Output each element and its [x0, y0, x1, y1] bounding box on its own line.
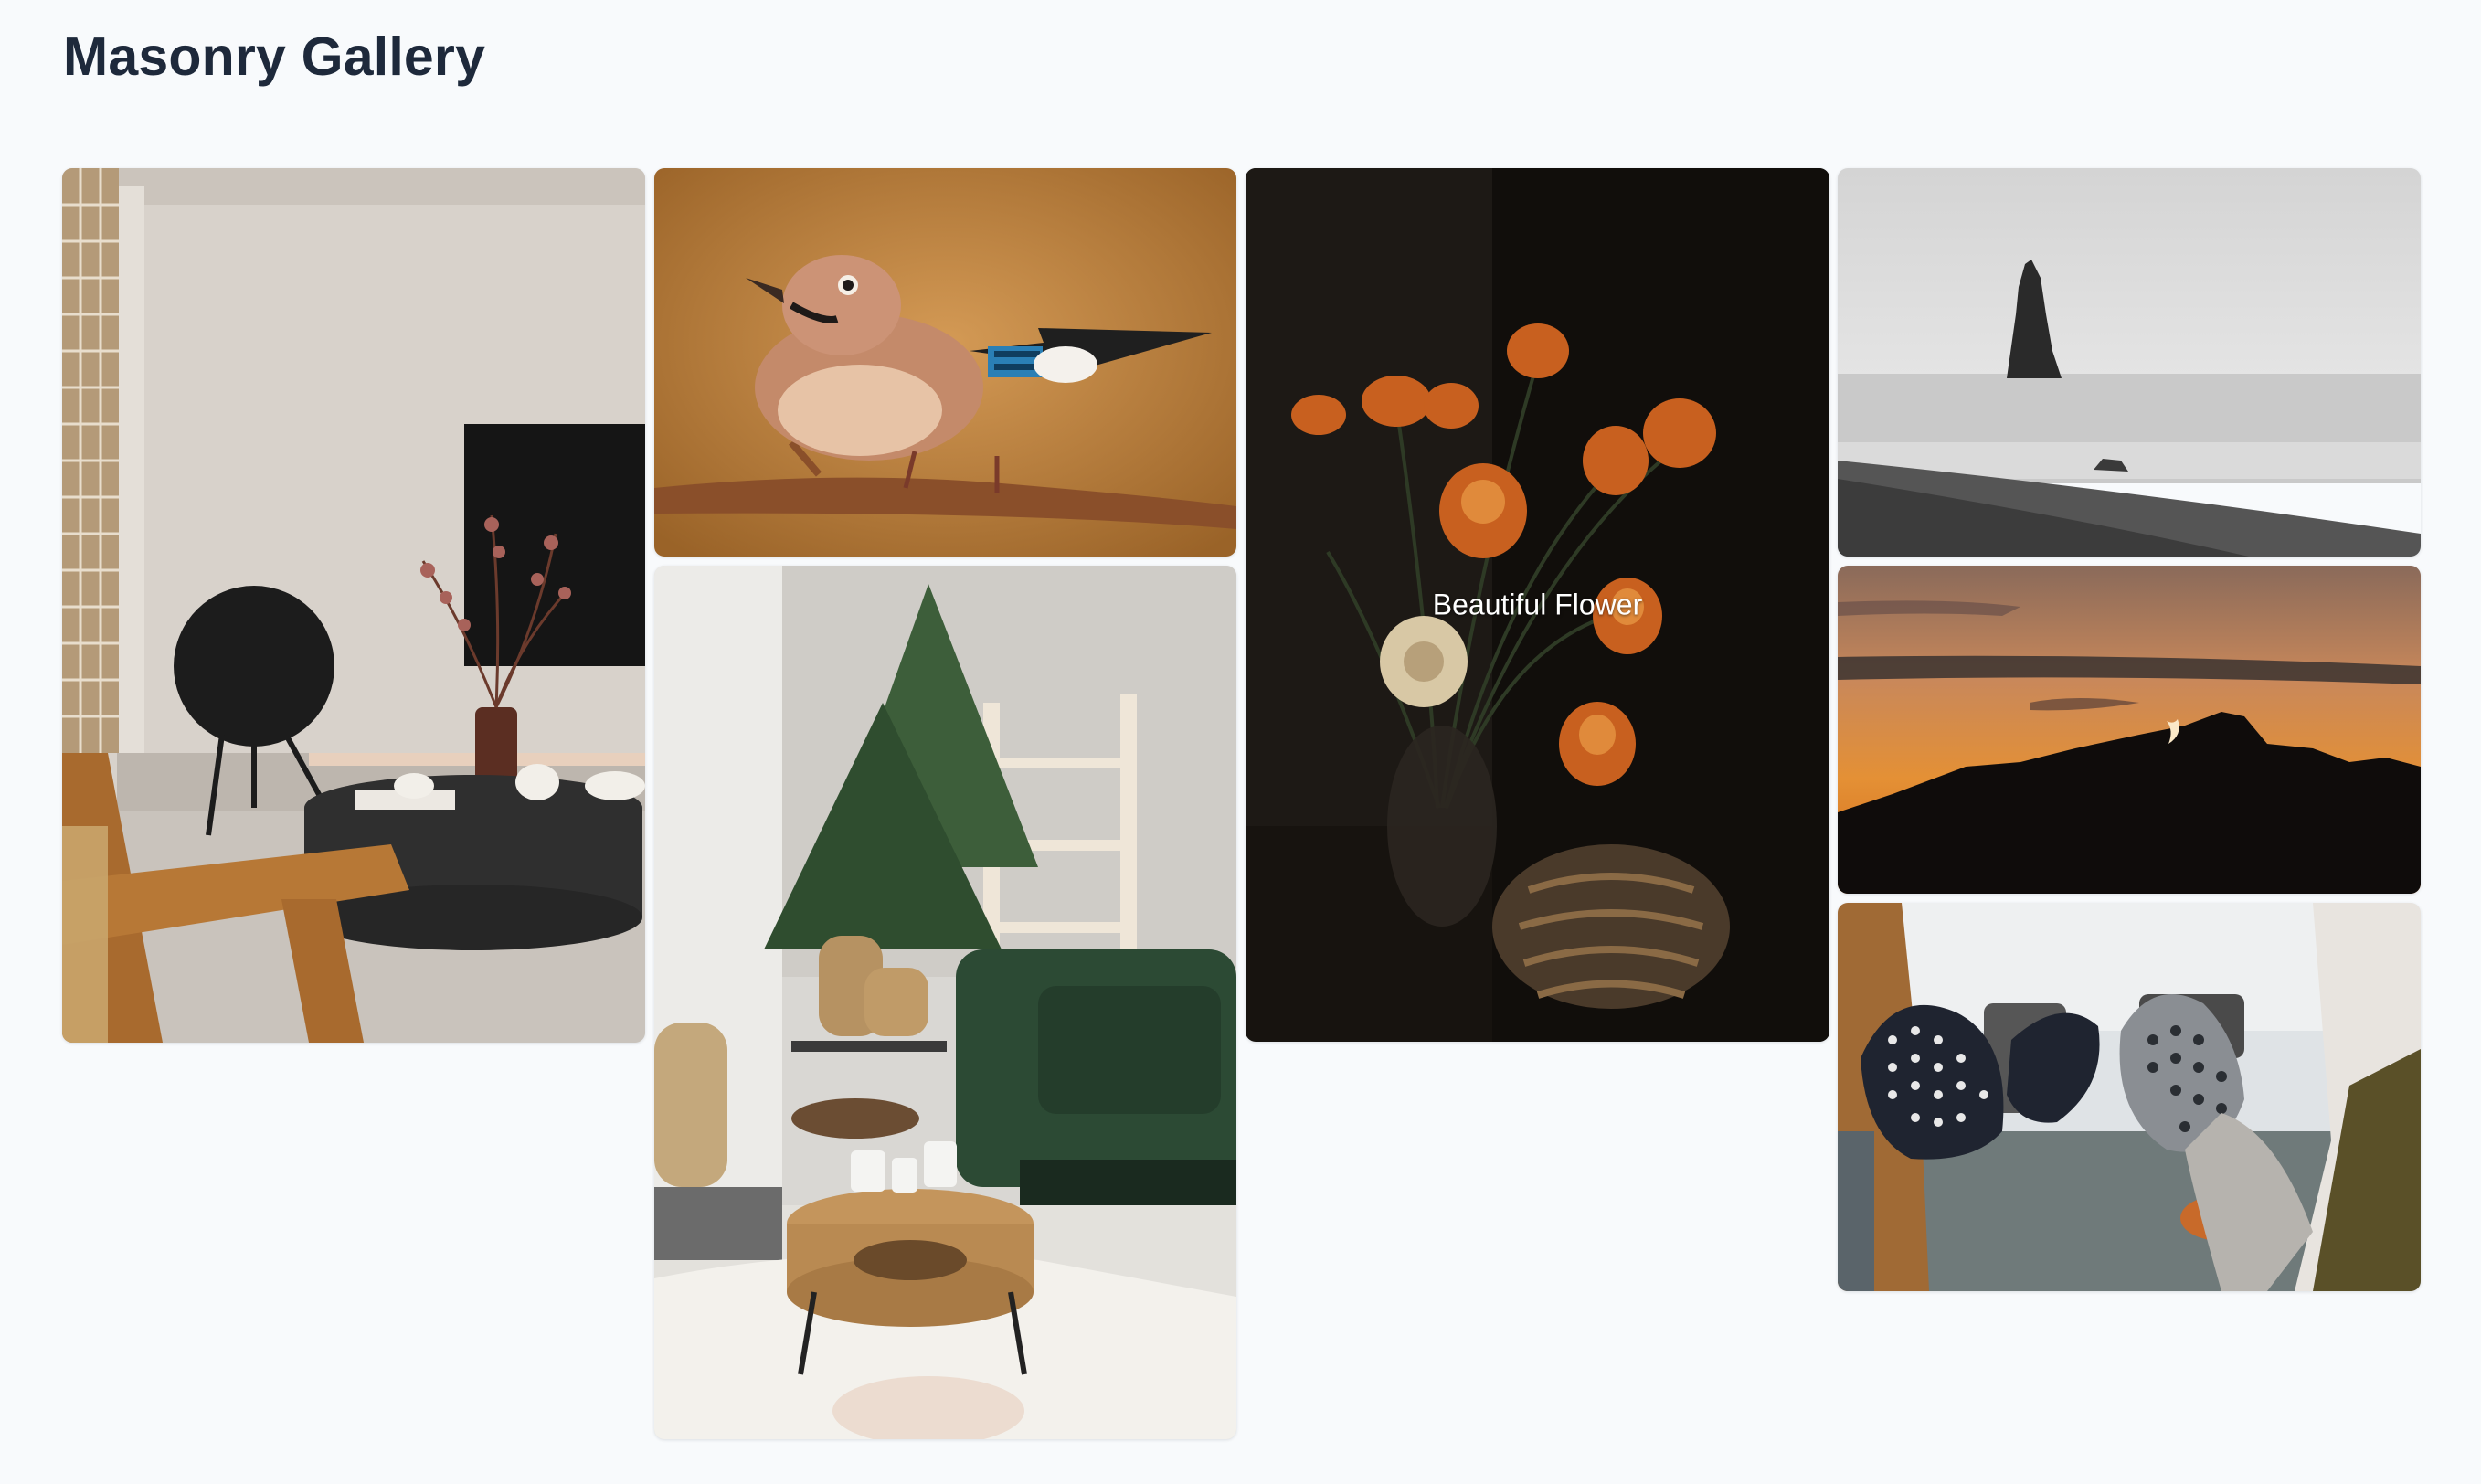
gallery-item-sea-stack[interactable] — [1838, 168, 2421, 556]
gallery-item-mittens[interactable] — [1838, 903, 2421, 1291]
bird-on-branch-image — [654, 168, 1236, 556]
mittens-holding-mugs-image — [1838, 903, 2421, 1291]
gallery-item-living-room[interactable] — [62, 168, 645, 1043]
masonry-gallery: Beautiful Flower — [0, 0, 2481, 1484]
sea-stack-foggy-beach-image — [1838, 168, 2421, 556]
gallery-item-flowers[interactable]: Beautiful Flower — [1246, 168, 1829, 1042]
gallery-item-mountain-sunset[interactable] — [1838, 566, 2421, 894]
dark-flowers-image — [1246, 168, 1829, 1042]
cozy-winter-interior-image — [654, 566, 1236, 1439]
minimal-living-room-image — [62, 168, 645, 1043]
mountain-sunset-moon-image — [1838, 566, 2421, 894]
gallery-item-bird[interactable] — [654, 168, 1236, 556]
gallery-item-cozy-interior[interactable] — [654, 566, 1236, 1439]
